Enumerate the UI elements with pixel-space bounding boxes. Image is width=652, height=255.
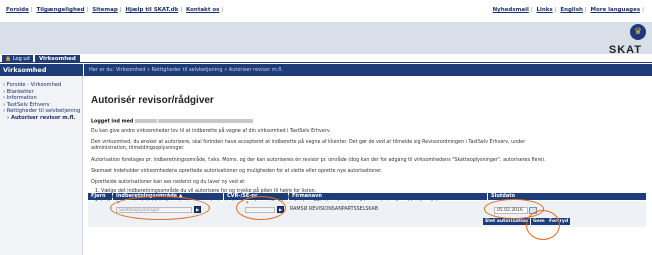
logged-in-line: Logget ind med	[91, 119, 631, 126]
table-header-row: Fjern Indberetningsområde ▲ CVR-/SE-nr F…	[88, 193, 646, 200]
nav-divider	[0, 62, 652, 63]
cvr-input[interactable]	[245, 207, 275, 213]
delete-authorization-button[interactable]: Slet autorisation	[483, 218, 531, 225]
link-tilgaengelighed[interactable]: Tilgængelighed	[36, 7, 84, 13]
area-select[interactable]: Skatteoplysninger	[116, 207, 192, 213]
col-fjern: Fjern	[88, 193, 112, 200]
main-content: Autorisér revisor/rådgiver Logget ind me…	[84, 76, 652, 255]
end-date-input[interactable]: 05.02.2016	[494, 207, 528, 214]
calendar-icon[interactable]	[529, 207, 537, 214]
header-banner: ♛	[0, 22, 652, 54]
cvr-go-button[interactable]: ▶	[277, 206, 284, 213]
arrow-right-icon: ▶	[195, 207, 200, 212]
schema-paragraph: Skemaet indeholder virksomhedens oprette…	[91, 169, 383, 174]
arrow-right-icon: ▶	[278, 207, 283, 212]
link-english[interactable]: English	[560, 7, 583, 13]
breadcrumb: Her er du: Virksomhed » Rettigheder til …	[84, 64, 652, 76]
col-end-date: Slutdato	[488, 193, 646, 200]
top-links-bar: Forside | Tilgængelighed | Sitemap | Hjælp …	[0, 0, 652, 23]
top-links-left: Forside | Tilgængelighed | Sitemap | Hjælp …	[6, 7, 224, 13]
main-nav: 🔒 Log ud Virksomhed	[0, 54, 652, 63]
cancel-button[interactable]: Fortryd	[547, 218, 571, 225]
redacted-company	[158, 119, 254, 123]
sidebar-item-autoriser[interactable]: › Autoriser revisor m.fl.	[3, 115, 82, 122]
page-title: Autorisér revisor/rådgiver	[91, 95, 214, 106]
sidebar-heading: Virksomhed	[0, 64, 83, 76]
save-button[interactable]: Gem	[531, 218, 547, 225]
link-links[interactable]: Links	[536, 7, 552, 13]
sidebar: › Forside - Virksomhed › Blanketter › In…	[0, 76, 83, 255]
crown-logo-icon: ♛	[630, 24, 646, 40]
intro-paragraph: Du kan give andre virksomheder lov til a…	[91, 129, 331, 134]
link-forside[interactable]: Forside	[6, 7, 29, 13]
revisor-paragraph: Den virksomhed, du ønsker at autorisere,…	[91, 140, 526, 152]
redacted-cvr	[134, 119, 157, 123]
authorization-paragraph: Autorisation foretages pr. indberetnings…	[91, 158, 546, 163]
col-firm: Firmanavn	[289, 193, 487, 200]
area-go-button[interactable]: ▶	[194, 206, 201, 213]
firm-name: RAMSØ REVISIONSANPARTSSELSKAB	[290, 207, 379, 212]
authorization-table-header	[91, 247, 648, 254]
link-newsletter[interactable]: Nyhedsmail	[493, 7, 529, 13]
instructions-paragraph: Opretteide autorisationer kan ses neders…	[91, 180, 246, 185]
col-cvr[interactable]: CVR-/SE-nr	[224, 193, 288, 200]
link-contact[interactable]: Kontakt os	[186, 7, 219, 13]
col-area[interactable]: Indberetningsområde ▲	[113, 193, 223, 200]
top-links-right: Nyhedsmail | Links | English | More languag…	[492, 7, 644, 13]
link-sitemap[interactable]: Sitemap	[92, 7, 118, 13]
link-more-languages[interactable]: More languages	[591, 7, 641, 13]
logged-in-label: Logget ind med	[91, 119, 134, 125]
link-help[interactable]: Hjælp til SKAT.dk	[125, 7, 178, 13]
